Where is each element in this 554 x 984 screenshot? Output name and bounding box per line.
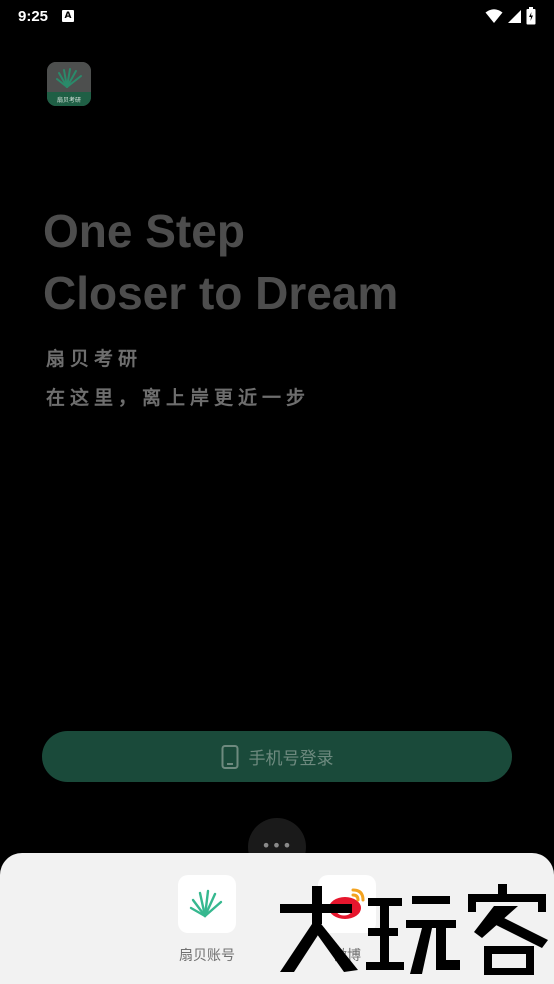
- hero-sub-2: 在这里，离上岸更近一步: [46, 387, 311, 409]
- more-dots-icon: •••: [261, 836, 293, 855]
- battery-icon: [526, 7, 536, 25]
- phone-login-button[interactable]: 手机号登录: [42, 731, 512, 782]
- logo-mark: [47, 62, 91, 92]
- wifi-icon: [485, 9, 503, 23]
- signal-icon: [508, 9, 521, 23]
- logo-caption: 扇贝考研: [47, 92, 91, 106]
- shanbay-icon: [178, 875, 236, 933]
- login-option-label: 扇贝账号: [179, 948, 235, 964]
- hero-sub-1: 扇贝考研: [46, 348, 143, 370]
- status-time: 9:25: [18, 7, 49, 25]
- watermark-logo: [280, 884, 548, 975]
- hero-line-1: One Step: [43, 205, 245, 257]
- hero-headline: One Step Closer to Dream: [43, 200, 398, 324]
- hero-subtext: 扇贝考研 在这里，离上岸更近一步: [46, 340, 310, 418]
- fan-icon: [56, 68, 82, 88]
- phone-login-label: 手机号登录: [248, 749, 334, 769]
- status-icons: [485, 7, 536, 25]
- status-bar: 9:25 A: [0, 0, 554, 32]
- app-logo: 扇贝考研: [47, 62, 91, 106]
- login-option-shanbay[interactable]: 扇贝账号: [167, 875, 247, 965]
- phone-icon: [221, 744, 238, 769]
- hero-line-2: Closer to Dream: [43, 267, 399, 319]
- notification-a-icon: A: [62, 10, 75, 22]
